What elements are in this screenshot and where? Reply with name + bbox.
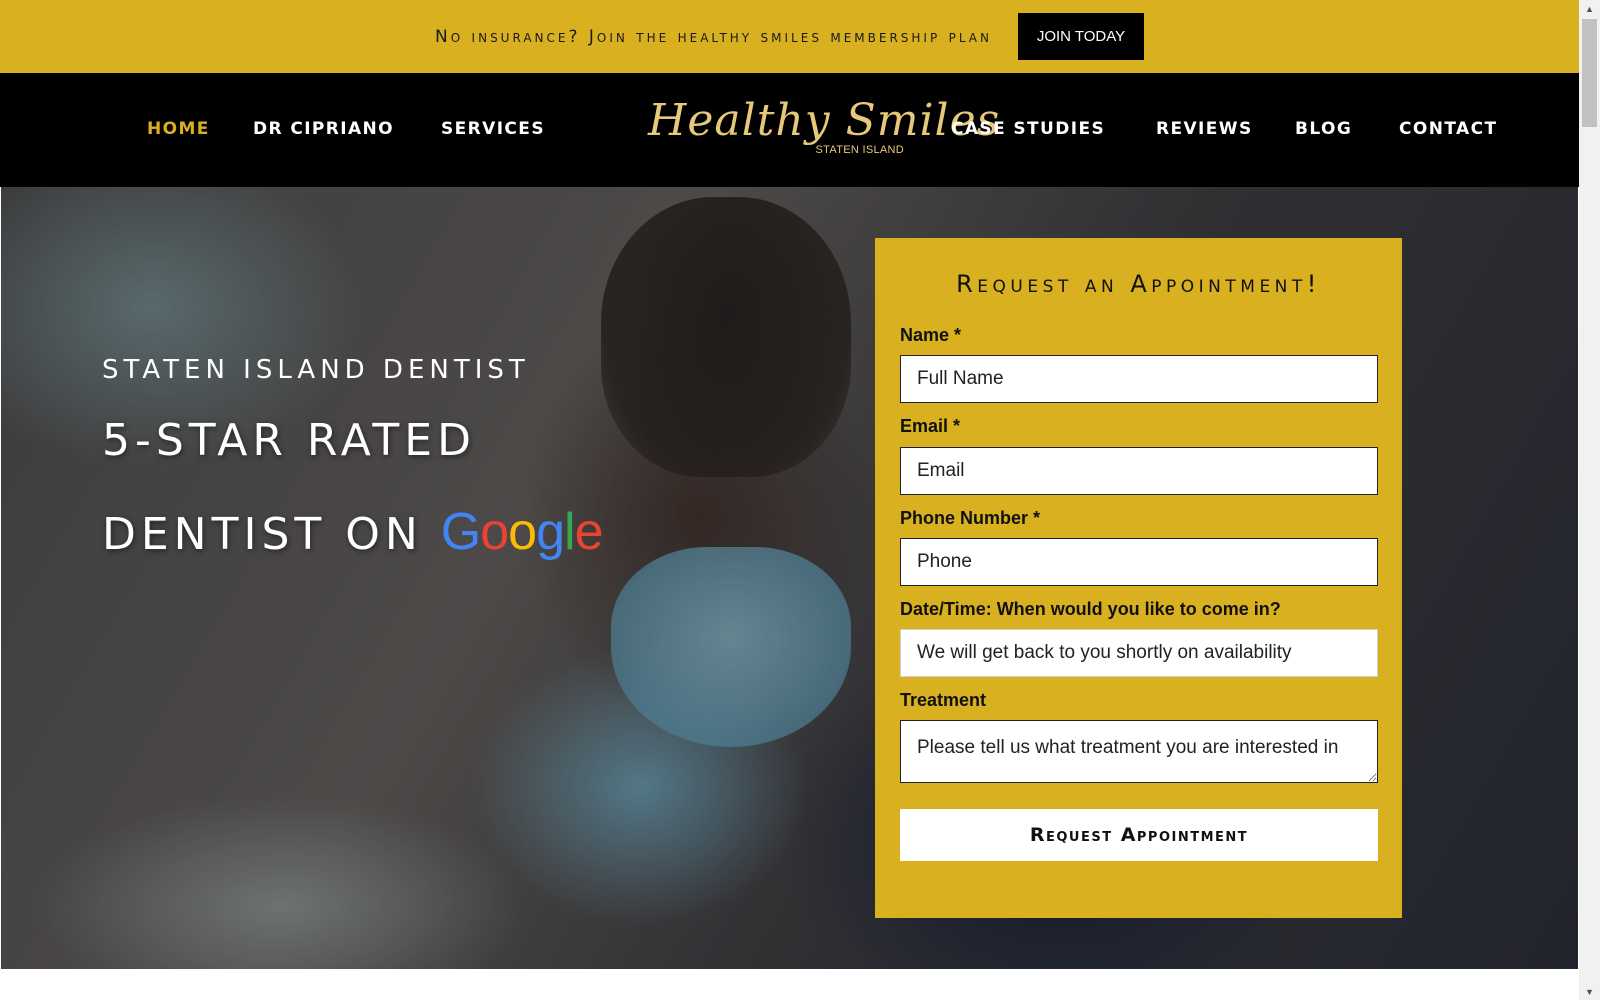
logo-script-text: Healthy Smiles — [648, 95, 1001, 146]
google-letter: l — [564, 503, 576, 561]
scroll-thumb[interactable] — [1582, 19, 1597, 127]
logo-subtitle: STATEN ISLAND — [815, 144, 904, 156]
request-appointment-button[interactable]: Request Appointment — [900, 809, 1378, 861]
treatment-label: Treatment — [900, 690, 987, 710]
form-title: Request an Appointment! — [956, 270, 1321, 298]
nav-item-case-studies[interactable]: CASE STUDIES — [951, 119, 1105, 139]
nav-item-services[interactable]: SERVICES — [441, 119, 545, 139]
hero-headline-line2: Dentist on Google — [102, 502, 603, 562]
google-logo: Google — [440, 502, 604, 562]
phone-field[interactable] — [900, 538, 1378, 586]
hero-headline-line1: 5-Star Rated — [102, 415, 476, 466]
hero-headline-line2-text: Dentist on — [102, 509, 423, 560]
nav-item-blog[interactable]: BLOG — [1295, 119, 1352, 139]
scroll-down-icon[interactable]: ▼ — [1579, 983, 1600, 1000]
join-today-button[interactable]: JOIN TODAY — [1018, 13, 1144, 60]
scroll-up-icon[interactable]: ▲ — [1579, 0, 1600, 17]
page-scrollbar[interactable]: ▲ ▼ — [1579, 0, 1600, 1000]
nav-item-reviews[interactable]: REVIEWS — [1156, 119, 1253, 139]
google-letter: G — [440, 503, 481, 561]
google-letter: o — [508, 503, 537, 561]
datetime-label: Date/Time: When would you like to come i… — [900, 599, 1281, 619]
banner-text: No insurance? Join the healthy smiles me… — [434, 26, 992, 47]
email-label: Email * — [900, 416, 961, 436]
membership-banner: No insurance? Join the healthy smiles me… — [0, 0, 1579, 73]
datetime-field[interactable] — [900, 629, 1378, 677]
nav-item-dr-cipriano[interactable]: DR CIPRIANO — [253, 119, 394, 139]
name-label: Name * — [900, 325, 962, 345]
nav-item-home[interactable]: HOME — [147, 119, 210, 139]
healthy-smiles-logo[interactable]: Healthy Smiles STATEN ISLAND — [648, 91, 999, 171]
email-field[interactable] — [900, 447, 1378, 495]
hero-eyebrow: Staten Island Dentist — [102, 355, 530, 385]
name-field[interactable] — [900, 355, 1378, 403]
main-nav: HOME DR CIPRIANO SERVICES Healthy Smiles… — [0, 73, 1579, 187]
nav-item-contact[interactable]: CONTACT — [1399, 119, 1497, 139]
google-letter: e — [574, 503, 604, 561]
google-letter: o — [480, 503, 509, 561]
phone-label: Phone Number * — [900, 508, 1041, 528]
appointment-form: Request an Appointment! Name * Email * P… — [875, 238, 1402, 918]
treatment-field[interactable] — [900, 720, 1378, 783]
google-letter: g — [536, 503, 565, 561]
